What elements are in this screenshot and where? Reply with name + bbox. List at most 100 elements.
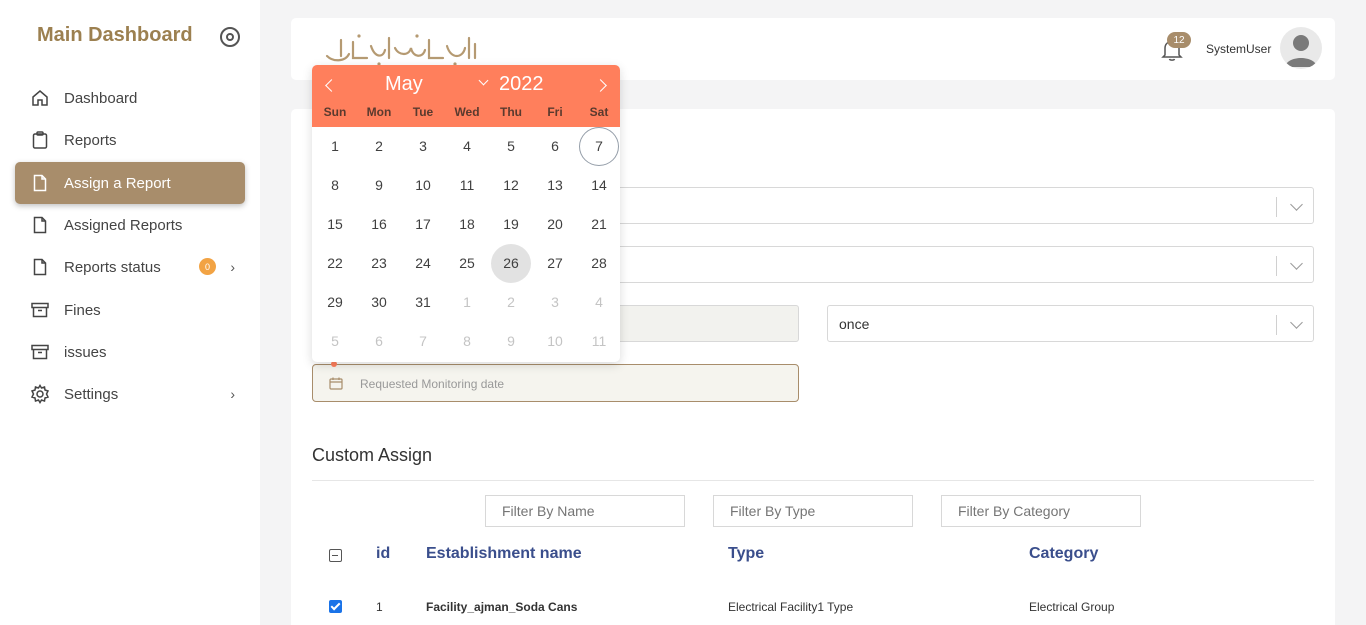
select-separator bbox=[1276, 197, 1277, 217]
weekday-label: Thu bbox=[500, 105, 522, 119]
chevron-down-icon bbox=[1290, 198, 1303, 211]
sidebar-toggle-icon[interactable] bbox=[220, 27, 240, 47]
calendar-day[interactable]: 1 bbox=[447, 283, 487, 322]
calendar-day[interactable]: 27 bbox=[535, 244, 575, 283]
select-all-checkbox[interactable] bbox=[329, 549, 342, 562]
calendar-day[interactable]: 6 bbox=[359, 322, 399, 361]
frequency-value: once bbox=[839, 316, 870, 332]
column-header-id[interactable]: id bbox=[376, 545, 390, 563]
column-header-name[interactable]: Establishment name bbox=[426, 545, 582, 563]
calendar-day[interactable]: 29 bbox=[315, 283, 355, 322]
cell-id: 1 bbox=[376, 600, 383, 614]
sidebar-item-reports[interactable]: Reports bbox=[15, 119, 245, 161]
monitoring-date-input[interactable]: Requested Monitoring date bbox=[312, 364, 799, 402]
calendar-day[interactable]: 4 bbox=[579, 283, 619, 322]
calendar-day[interactable]: 1 bbox=[315, 127, 355, 166]
chevron-left-icon[interactable] bbox=[325, 79, 338, 92]
calendar-day[interactable]: 11 bbox=[447, 166, 487, 205]
calendar-day[interactable]: 13 bbox=[535, 166, 575, 205]
archive-icon bbox=[30, 342, 50, 362]
sidebar-item-fines[interactable]: Fines bbox=[15, 289, 245, 331]
sidebar-item-reports-status[interactable]: Reports status 0 › bbox=[15, 246, 245, 288]
year-input[interactable]: 2022 bbox=[499, 73, 544, 96]
chevron-right-icon[interactable] bbox=[594, 79, 607, 92]
clipboard-icon bbox=[30, 130, 50, 150]
calendar-day[interactable]: 7 bbox=[579, 127, 619, 166]
section-title: Custom Assign bbox=[312, 445, 433, 465]
calendar-day[interactable]: 12 bbox=[491, 166, 531, 205]
chevron-right-icon: › bbox=[230, 259, 235, 275]
calendar-day[interactable]: 8 bbox=[315, 166, 355, 205]
frequency-select[interactable]: once bbox=[827, 305, 1314, 342]
filter-category-input[interactable] bbox=[941, 495, 1141, 527]
calendar-day[interactable]: 6 bbox=[535, 127, 575, 166]
month-select[interactable]: May bbox=[385, 73, 423, 96]
sidebar-item-dashboard[interactable]: Dashboard bbox=[15, 77, 245, 119]
row-checkbox[interactable] bbox=[329, 600, 342, 613]
calendar-day[interactable]: 2 bbox=[359, 127, 399, 166]
chevron-down-icon bbox=[1290, 257, 1303, 270]
date-picker: May 2022 Sun Mon Tue Wed Thu Fri Sat 123456789… bbox=[312, 65, 620, 362]
weekday-label: Fri bbox=[547, 105, 563, 119]
calendar-day[interactable]: 10 bbox=[535, 322, 575, 361]
calendar-day[interactable]: 20 bbox=[535, 205, 575, 244]
cell-name: Facility_ajman_Soda Cans bbox=[426, 600, 578, 614]
calendar-day[interactable]: 21 bbox=[579, 205, 619, 244]
calendar-day[interactable]: 9 bbox=[359, 166, 399, 205]
sidebar-item-assign-report[interactable]: Assign a Report bbox=[15, 162, 245, 204]
calendar-day[interactable]: 2 bbox=[491, 283, 531, 322]
chevron-right-icon: › bbox=[230, 386, 235, 402]
column-header-type[interactable]: Type bbox=[728, 545, 764, 563]
sidebar-item-settings[interactable]: Settings › bbox=[15, 373, 245, 415]
avatar[interactable] bbox=[1280, 27, 1322, 69]
calendar-day[interactable]: 24 bbox=[403, 244, 443, 283]
sidebar-item-label: Reports status bbox=[64, 258, 161, 276]
weekday-label: Sun bbox=[323, 105, 347, 119]
select-separator bbox=[1276, 256, 1277, 276]
calendar-day[interactable]: 30 bbox=[359, 283, 399, 322]
calendar-day[interactable]: 5 bbox=[491, 127, 531, 166]
divider bbox=[312, 480, 1314, 481]
sidebar-item-issues[interactable]: issues bbox=[15, 331, 245, 373]
calendar-day[interactable]: 25 bbox=[447, 244, 487, 283]
gear-icon bbox=[30, 384, 50, 404]
calendar-day[interactable]: 8 bbox=[447, 322, 487, 361]
calendar-day[interactable]: 31 bbox=[403, 283, 443, 322]
municipality-logo bbox=[325, 34, 477, 66]
date-placeholder: Requested Monitoring date bbox=[360, 377, 505, 391]
weekday-label: Tue bbox=[412, 105, 434, 119]
filter-name-input[interactable] bbox=[485, 495, 685, 527]
calendar-day[interactable]: 23 bbox=[359, 244, 399, 283]
calendar-day[interactable]: 19 bbox=[491, 205, 531, 244]
file-icon bbox=[30, 173, 50, 193]
calendar-day[interactable]: 7 bbox=[403, 322, 443, 361]
select-separator bbox=[1276, 315, 1277, 335]
brand-title: Main Dashboard bbox=[37, 24, 193, 46]
status-badge: 0 bbox=[199, 258, 216, 275]
username-label[interactable]: SystemUser bbox=[1206, 42, 1271, 56]
column-header-category[interactable]: Category bbox=[1029, 545, 1098, 563]
calendar-day[interactable]: 10 bbox=[403, 166, 443, 205]
filter-type-input[interactable] bbox=[713, 495, 913, 527]
calendar-day[interactable]: 15 bbox=[315, 205, 355, 244]
calendar-day[interactable]: 4 bbox=[447, 127, 487, 166]
calendar-day[interactable]: 3 bbox=[403, 127, 443, 166]
user-icon bbox=[1285, 35, 1317, 67]
calendar-day[interactable]: 9 bbox=[491, 322, 531, 361]
calendar-day[interactable]: 17 bbox=[403, 205, 443, 244]
calendar-day[interactable]: 11 bbox=[579, 322, 619, 361]
weekday-label: Sat bbox=[589, 105, 609, 119]
calendar-day[interactable]: 18 bbox=[447, 205, 487, 244]
calendar-day[interactable]: 22 bbox=[315, 244, 355, 283]
calendar-day[interactable]: 14 bbox=[579, 166, 619, 205]
calendar-day[interactable]: 28 bbox=[579, 244, 619, 283]
sidebar-item-assigned-reports[interactable]: Assigned Reports bbox=[15, 204, 245, 246]
home-icon bbox=[30, 88, 50, 108]
calendar-day[interactable]: 3 bbox=[535, 283, 575, 322]
weekday-label: Wed bbox=[454, 105, 480, 119]
weekday-label: Mon bbox=[366, 105, 392, 119]
calendar-day[interactable]: 16 bbox=[359, 205, 399, 244]
calendar-day[interactable]: 26 bbox=[491, 244, 531, 283]
file-icon bbox=[30, 257, 50, 277]
calendar-day[interactable]: 5 bbox=[315, 322, 355, 361]
